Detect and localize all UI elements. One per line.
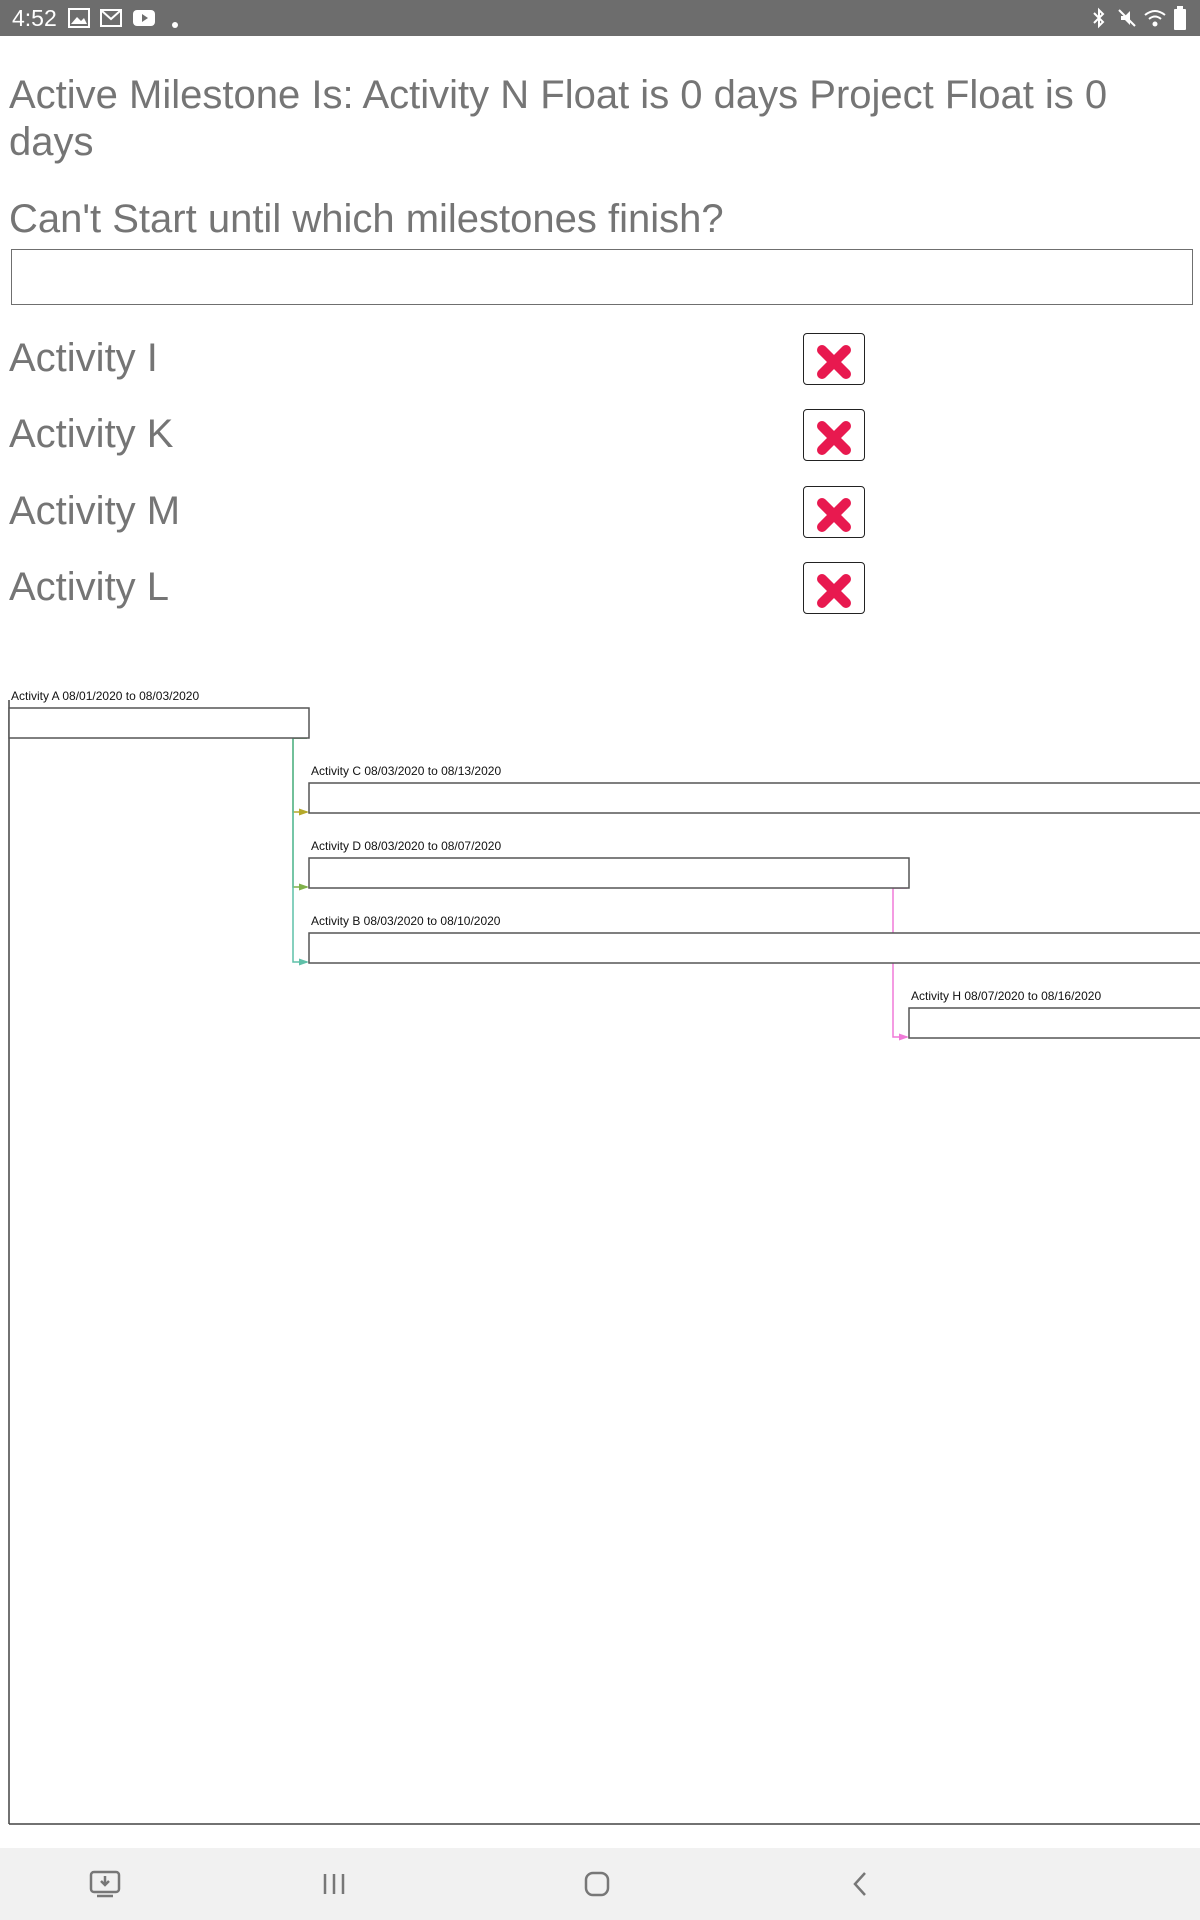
dependency-arrowhead: [299, 808, 309, 816]
recent-apps-icon: [323, 1874, 345, 1894]
dependency-row: Activity I: [0, 333, 1200, 393]
dependency-label: Activity L: [9, 565, 170, 609]
status-bar: 4:52: [0, 0, 1200, 36]
task-label: Activity B 08/03/2020 to 08/10/2020: [311, 914, 501, 928]
dependency-arrowhead: [299, 958, 309, 966]
gmail-icon: [100, 8, 122, 33]
mute-icon: [1116, 7, 1138, 34]
home-icon: [584, 1871, 610, 1897]
remove-dependency-button[interactable]: [803, 333, 865, 385]
task-label: Activity H 08/07/2020 to 08/16/2020: [911, 989, 1101, 1003]
main-content: Active Milestone Is: Activity N Float is…: [0, 36, 1200, 1848]
milestone-dependency-input[interactable]: [11, 249, 1193, 305]
dependency-connector: [292, 737, 307, 963]
remove-dependency-button[interactable]: [803, 409, 865, 461]
bluetooth-icon: [1090, 7, 1108, 34]
dependency-row: Activity M: [0, 486, 1200, 546]
dependency-row: Activity K: [0, 409, 1200, 469]
notification-dot-icon: [172, 15, 178, 33]
task-bar: [308, 932, 1200, 964]
task-label: Activity A 08/01/2020 to 08/03/2020: [11, 689, 199, 703]
dependency-label: Activity M: [9, 489, 181, 533]
close-x-icon: [817, 344, 851, 379]
dependency-arrowhead: [899, 1033, 909, 1041]
task-bar: [308, 857, 910, 889]
youtube-icon: [132, 8, 156, 33]
battery-icon: [1174, 6, 1186, 35]
screen-keyboard-toggle-button[interactable]: [75, 1860, 135, 1908]
milestone-headline: Active Milestone Is: Activity N Float is…: [9, 73, 1108, 164]
close-x-icon: [817, 420, 851, 455]
status-time: 4:52: [12, 5, 57, 31]
recent-apps-button[interactable]: [304, 1860, 364, 1908]
wifi-icon: [1143, 7, 1167, 34]
navigation-bar: [0, 1848, 1200, 1920]
dependency-connector: [292, 737, 307, 813]
back-button[interactable]: [830, 1860, 890, 1908]
dependency-row: Activity L: [0, 562, 1200, 622]
dependency-question: Can't Start until which milestones finis…: [9, 197, 724, 241]
gantt-chart[interactable]: Activity A 08/01/2020 to 08/03/2020 Activ…: [0, 656, 1200, 1842]
keyboard-toggle-icon: [89, 1870, 121, 1898]
task-bar: [308, 782, 1200, 814]
dependency-arrowhead: [299, 883, 309, 891]
gallery-icon: [68, 8, 90, 33]
task-bar: [908, 1007, 1200, 1039]
home-button[interactable]: [567, 1860, 627, 1908]
task-bar: [8, 707, 310, 739]
close-x-icon: [817, 497, 851, 532]
remove-dependency-button[interactable]: [803, 562, 865, 614]
dependency-label: Activity I: [9, 336, 158, 380]
remove-dependency-button[interactable]: [803, 486, 865, 538]
dependency-label: Activity K: [9, 412, 174, 456]
task-label: Activity D 08/03/2020 to 08/07/2020: [311, 839, 501, 853]
close-x-icon: [817, 573, 851, 608]
back-icon: [853, 1872, 866, 1896]
task-label: Activity C 08/03/2020 to 08/13/2020: [311, 764, 501, 778]
